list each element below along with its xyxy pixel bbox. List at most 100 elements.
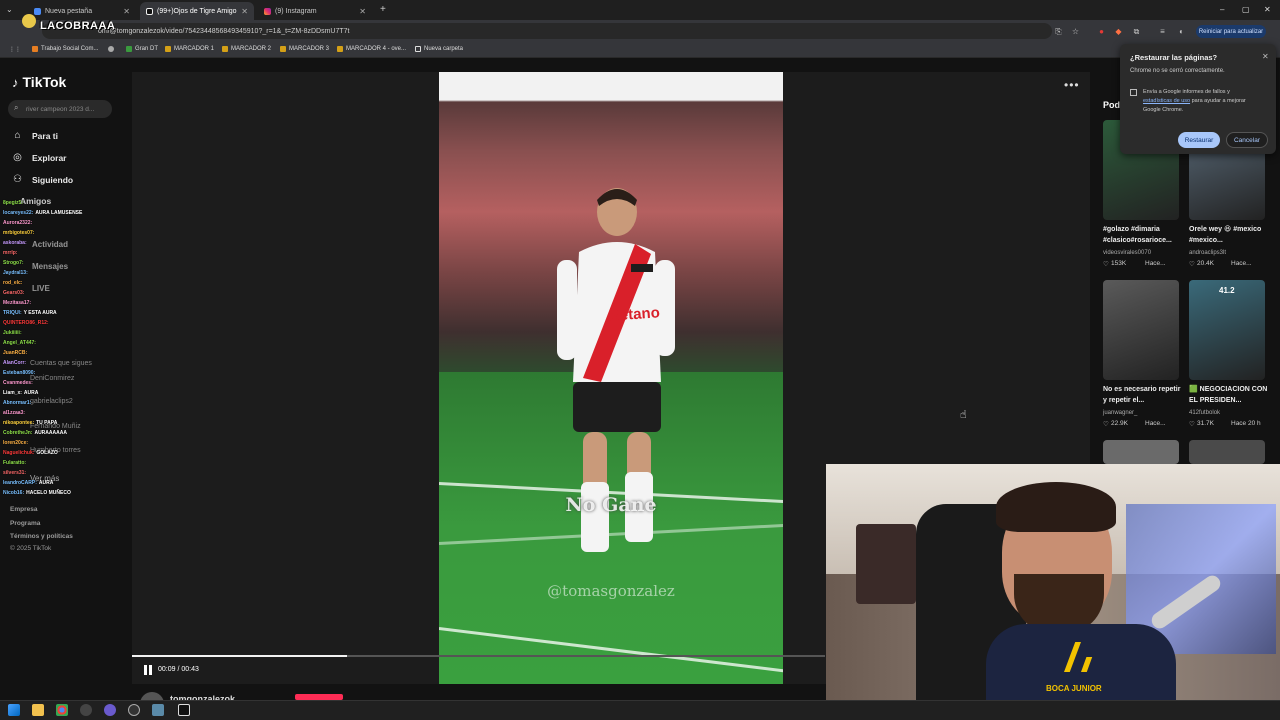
close-window-icon[interactable]: ✕ [1264, 5, 1271, 14]
nav-label: Explorar [32, 152, 67, 163]
file-explorer-icon[interactable] [32, 704, 44, 716]
app-icon[interactable] [152, 704, 164, 716]
tiktok-icon [146, 7, 153, 15]
maximize-icon[interactable]: ▢ [1242, 5, 1250, 14]
video-author[interactable]: androaclips3lt [1189, 250, 1226, 256]
windows-start-icon[interactable] [8, 704, 20, 716]
extension-icon[interactable]: ● [1097, 27, 1106, 36]
video-thumbnail[interactable]: 41.2 [1189, 280, 1265, 380]
like-count: 22.9K [1111, 420, 1128, 427]
close-tab-icon[interactable]: ✕ [359, 7, 366, 16]
tiktok-logo[interactable]: ♪ TikTok [12, 74, 66, 90]
chat-message: Naguelichuk: GOLAZO [3, 450, 58, 456]
apps-icon[interactable]: ⋮⋮ [9, 46, 21, 53]
chat-username: Liam_x: [3, 390, 22, 396]
bookmark-item[interactable]: MARCADOR 3 [280, 46, 329, 52]
chat-username: AlanCorr: [3, 360, 27, 366]
bookmark-item[interactable]: MARCADOR 4 - ove... [337, 46, 406, 52]
post-time: Hace... [1145, 420, 1166, 427]
tab-1[interactable]: (99+)Ojos de Tigre Amigo ✕ [140, 2, 254, 20]
bookmark-item[interactable]: MARCADOR 1 [165, 46, 214, 52]
more-options-icon[interactable]: ••• [1064, 78, 1080, 92]
footballer-figure [557, 188, 675, 552]
bookmark-item[interactable] [108, 46, 114, 52]
search-input[interactable]: ⌕ river campeon 2023 d... [8, 100, 112, 118]
bookmark-item[interactable]: MARCADOR 2 [222, 46, 271, 52]
obs-icon[interactable] [128, 704, 140, 716]
video-author[interactable]: juanwagner_ [1103, 410, 1137, 416]
tab-search-icon[interactable]: ⌄ [6, 5, 13, 14]
video-thumbnail[interactable] [1103, 440, 1179, 464]
chat-username: 8pegiz5: [3, 200, 24, 206]
jersey-sponsor: Betano [608, 304, 661, 325]
stats-link[interactable]: estadísticas de uso [1143, 98, 1190, 104]
bookmark-folder[interactable]: Nueva carpeta [415, 46, 463, 52]
cancel-button[interactable]: Cancelar [1226, 132, 1268, 148]
tiktok-taskbar-icon[interactable] [178, 704, 190, 716]
nav-para-ti[interactable]: ⌂ Para ti [12, 130, 58, 141]
restore-button[interactable]: Restaurar [1178, 132, 1220, 148]
bookmark-label: Nueva carpeta [424, 46, 464, 52]
crash-report-checkbox[interactable] [1130, 89, 1137, 96]
profile-avatar-icon[interactable]: ◐ [1177, 27, 1186, 36]
chat-message: Fularatto: [3, 460, 28, 466]
bookmarks-bar: ⋮⋮ Trabajo Social Com... Gran DT MARCADO… [0, 42, 1280, 58]
footer-terminos[interactable]: Términos y políticas [10, 533, 73, 540]
video-thumbnail[interactable] [1103, 280, 1179, 380]
video-caption[interactable]: #golazo #dimaria #clasico#rosarioce... [1103, 224, 1183, 246]
chat-message: silvers31: [3, 470, 28, 476]
chat-message: nikoapontee: TU PAPA [3, 420, 57, 426]
minimize-icon[interactable]: – [1220, 5, 1224, 14]
chat-message: Aurora2322: [3, 220, 34, 226]
video-author[interactable]: 412futbolok [1189, 410, 1220, 416]
video-thumbnail[interactable] [1189, 440, 1265, 464]
chat-message: TRIQUI: Y ESTA AURA [3, 310, 57, 316]
bookmark-favicon-icon [337, 46, 343, 52]
bookmark-star-icon[interactable]: ☆ [1071, 27, 1080, 36]
tab-title: (9) Instagram [275, 7, 317, 15]
extension-icon[interactable]: ◆ [1114, 27, 1123, 36]
close-icon[interactable]: ✕ [1262, 52, 1269, 61]
discord-icon[interactable] [104, 704, 116, 716]
chat-username: loren20ce: [3, 440, 29, 446]
close-tab-icon[interactable]: ✕ [241, 7, 248, 16]
nav-explorar[interactable]: ◎ Explorar [12, 152, 67, 163]
footer-programa[interactable]: Programa [10, 520, 40, 527]
video-caption[interactable]: 🟩 NEGOCIACION CON EL PRESIDEN... [1189, 384, 1269, 406]
nav-siguiendo[interactable]: ⚇ Siguiendo [12, 174, 73, 185]
chat-message: Gears03: [3, 290, 26, 296]
chrome-taskbar-icon[interactable] [56, 704, 68, 716]
bookmark-item[interactable]: Gran DT [126, 46, 158, 52]
footer-empresa[interactable]: Empresa [10, 506, 37, 513]
following-user-icon: ⚇ [13, 174, 22, 185]
bookmark-label: MARCADOR 4 - ove... [346, 46, 407, 52]
chat-message: leandroCARP: AURA [3, 480, 53, 486]
pause-icon[interactable] [144, 665, 154, 675]
video-caption[interactable]: No es necesario repetir y repetir el... [1103, 384, 1183, 406]
video-frame[interactable]: Betano No Gane @tomasgonzalez [439, 72, 783, 684]
bookmark-item[interactable]: Trabajo Social Com... [32, 46, 98, 52]
address-bar[interactable]: om/@tomgonzalezok/video/7542344856849345… [42, 23, 1052, 39]
tab-0[interactable]: Nueva pestaña ✕ [28, 2, 136, 20]
chat-message: mrbigotes07: [3, 230, 36, 236]
chat-username: Strogo7: [3, 260, 24, 266]
progress-fill [132, 655, 347, 657]
app-icon[interactable] [80, 704, 92, 716]
video-caption[interactable]: Orele wey 😆 #mexico #mexico... [1189, 224, 1269, 246]
media-controls-icon[interactable]: ≡ [1158, 27, 1167, 36]
video-author[interactable]: videosvirales0070 [1103, 250, 1151, 256]
extensions-puzzle-icon[interactable]: ⧉ [1132, 27, 1141, 36]
chat-text: TU PAPA [36, 420, 58, 426]
bookmark-favicon-icon [32, 46, 38, 52]
update-chrome-button[interactable]: Reiniciar para actualizar [1196, 25, 1266, 38]
post-time: Hace... [1231, 260, 1252, 267]
tab-2[interactable]: (9) Instagram ✕ [258, 2, 372, 20]
chat-username: Aurora2322: [3, 220, 33, 226]
like-count: 20.4K [1197, 260, 1214, 267]
install-app-icon[interactable]: ⎘ [1054, 27, 1063, 36]
chat-username: Gears03: [3, 290, 25, 296]
chat-message: 8pegiz5: [3, 200, 25, 206]
new-tab-icon[interactable]: + [380, 4, 386, 15]
close-tab-icon[interactable]: ✕ [123, 7, 130, 16]
folder-icon [415, 46, 421, 52]
